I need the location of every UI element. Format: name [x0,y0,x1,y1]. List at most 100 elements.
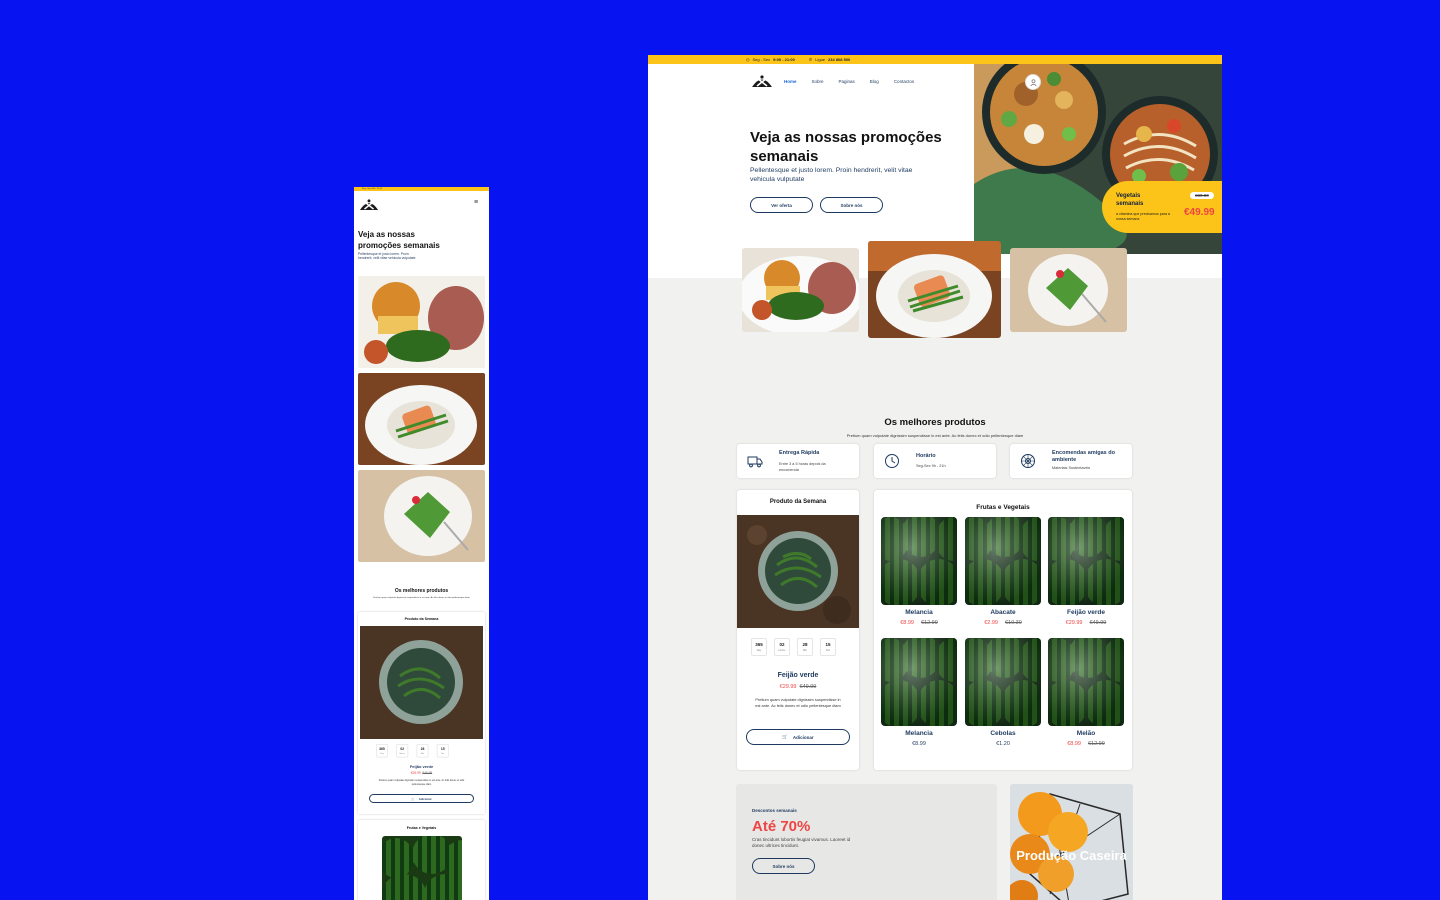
discounts-headline: Até 70% [752,818,811,835]
fruit-price: €8.99 €12.99 [900,620,938,626]
hours-label: Seg - Sex [752,57,771,62]
fruit-price: €29.99 €49.99 [1065,620,1107,626]
countdown-days: 365 Day [751,638,767,656]
top-info-bar: ◷ Seg - Sex 9:00 - 21:00 ✆ Ligue 234 808 500 [648,55,1222,64]
fruit-image[interactable] [1048,638,1124,726]
fruit-image[interactable] [1048,517,1124,605]
promo-old-price: €80.00 [1190,192,1214,199]
fruit-image[interactable] [881,638,957,726]
week-product-card: Produto da Semana 365 Day 02 Hours 28 Min 1… [737,490,859,770]
user-account-icon[interactable] [1025,74,1041,90]
thumb-meat-dish[interactable] [742,248,859,332]
mobile-week-price: €29.99 €49.99 [410,771,433,775]
discounts-sobre-nos-button[interactable]: Sobre nós [752,858,815,874]
fruit-name: Melancia [905,609,933,616]
mobile-salad-image [358,470,485,562]
discounts-text: Cras tincidunt lobortis feugiat vivamus.… [752,837,851,848]
fruit-name: Feijão verde [1067,609,1105,616]
eco-icon [1021,454,1035,468]
cart-icon: 🛒 [411,796,415,801]
mobile-logo-icon[interactable] [359,198,379,211]
countdown-seconds: 15 Sec [820,638,836,656]
clock-icon [885,454,899,468]
mobile-week-product-card: Produto da Semana 365 Day 02 Hours 28 Min 1… [358,612,485,814]
mobile-green-beans-image [360,626,483,739]
desktop-preview: ◷ Seg - Sex 9:00 - 21:00 ✆ Ligue 234 808 500… [648,55,1222,900]
add-label: Adicionar [792,734,814,740]
fruit-name: Melancia [905,730,933,737]
countdown-minutes: 28 Min [797,638,813,656]
mobile-meat-image [358,276,485,368]
mobile-salmon-image [358,373,485,465]
mobile-watermelon-image [382,836,462,900]
week-product-heading: Produto da Semana [769,499,827,505]
feature-eco: Encomendas amigas do ambiente Materiais … [1010,444,1132,478]
discounts-label: Descontos semanais [752,808,797,813]
sobre-nos-button[interactable]: Sobre nós [820,197,883,213]
mobile-add-to-cart-button[interactable]: 🛒 Adicionar [369,794,474,803]
hero-title: Veja as nossas promoções semanais [750,129,942,165]
cart-icon: 🛒 [782,734,788,739]
nav-sobre[interactable]: Sobre [812,79,824,84]
fruits-heading: Frutas e Vegetais [976,504,1030,511]
clock-small-icon: ◷ [746,57,750,62]
feature-hours: Horário Seg-Sex 9h - 21h [874,444,996,478]
phone-icon: ✆ [808,57,813,62]
homemade-title: Produção Caseira [1016,848,1127,863]
countdown-minutes: 28 Min [416,744,429,758]
fruit-image[interactable] [965,517,1041,605]
phone-label: Ligue [815,57,826,62]
feature-desc: Materiais Sustentaveis [1052,466,1091,470]
feature-title: Entrega Rápida [779,450,820,456]
nav-paginas[interactable]: Paginas [839,79,855,84]
fruit-name: Melão [1076,730,1096,737]
hero-subtitle: Pellentesque et justo lorem. Proin hendr… [750,167,913,183]
fruit-price: €2.99 €10.30 [984,620,1022,626]
add-label: Adicionar [418,796,432,801]
nav-blog[interactable]: Blog [870,79,879,84]
mobile-week-desc: Pretium quam vulputate dignissim suspend… [378,779,465,786]
nav-contactos[interactable]: Contactos [894,79,914,84]
week-product-desc: Pretium quam vulputate dignissim suspend… [755,697,841,708]
fruit-basket-image [1010,784,1133,900]
fruit-price: €1.20 [996,741,1010,747]
fruit-name: Abacate [990,609,1016,616]
ver-oferta-button[interactable]: Ver oferta [750,197,813,213]
mobile-top-bar: Seg - Sex 9:00 - 21:00 [354,187,489,191]
fruit-image[interactable] [881,517,957,605]
nav-home[interactable]: Home [784,79,797,84]
weekly-promo-badge[interactable]: Vegetais semanais a vitamina que precisa… [1102,181,1222,233]
green-beans-image [737,515,859,628]
hamburger-menu-icon[interactable]: ≡ [474,199,478,206]
mobile-preview: Seg - Sex 9:00 - 21:00 ≡ Veja as nossas … [354,187,489,900]
phone-value: 234 808 500 [828,57,851,62]
feature-fast-delivery: Entrega Rápida Entre 3 a 5 horas depois … [737,444,859,478]
fruit-price: €8.99 €12.99 [1067,741,1105,747]
discounts-banner: Descontos semanais Até 70% Cras tincidun… [736,784,997,900]
week-product-name: Feijão verde [777,672,819,679]
mobile-section-subtitle: Pretium quam vulputate dignissim suspend… [373,597,470,599]
week-product-price: €29.99 €49.99 [779,684,817,690]
countdown-hours: 02 Hours [774,638,790,656]
logo-icon[interactable] [751,74,773,88]
hours-value: 9:00 - 21:00 [773,57,795,62]
feature-desc: Seg-Sex 9h - 21h [916,464,946,468]
thumb-salad-dish[interactable] [1010,248,1127,332]
mobile-hero-title: Veja as nossas promoções semanais [358,230,440,250]
fruit-image[interactable] [965,638,1041,726]
countdown-seconds: 15 Sec [436,744,449,758]
mobile-fruits-heading: Frutas e Vegetais [406,826,437,830]
promo-description: a vitamina que precisamos para a nossa s… [1116,212,1170,221]
mobile-hero-subtitle: Pellentesque et justo lorem. Proin hendr… [358,252,416,261]
section-title: Os melhores produtos [884,417,986,428]
section-subtitle: Pretium quam vulputate dignissim suspend… [846,433,1024,438]
feature-desc: Entre 3 a 5 horas depois da encomenda [779,462,826,472]
feature-title: Horário [916,453,936,459]
homemade-banner[interactable]: Produção Caseira [1010,784,1133,900]
countdown-timer: 365 Day 02 Hours 28 Min 15 Sec [751,638,836,656]
main-nav: Home Sobre Paginas Blog Contactos [784,79,914,84]
countdown-days: 365 Day [376,744,388,758]
mobile-week-heading: Produto da Semana [404,617,439,621]
add-to-cart-button[interactable]: 🛒 Adicionar [746,729,850,745]
thumb-salmon-dish[interactable] [868,241,1001,338]
